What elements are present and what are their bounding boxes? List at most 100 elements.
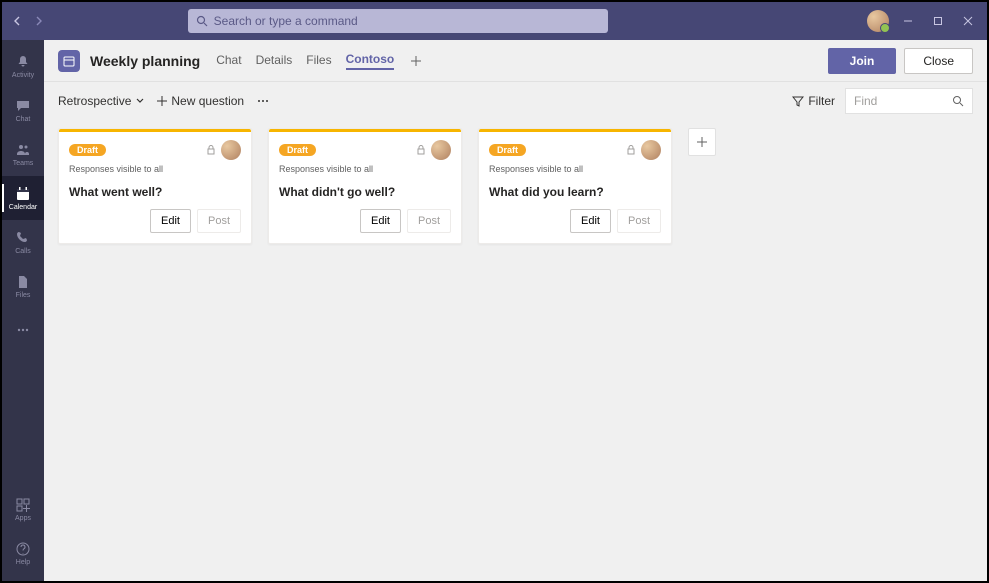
- app-frame: Search or type a command Activity Ch: [0, 0, 989, 583]
- visibility-text: Responses visible to all: [69, 164, 163, 174]
- window-close-button[interactable]: [957, 10, 979, 32]
- add-column-button[interactable]: [688, 128, 716, 156]
- filter-icon: [792, 95, 804, 107]
- lock-icon: [205, 144, 217, 156]
- close-button[interactable]: Close: [904, 48, 973, 74]
- rail-item-more[interactable]: [2, 308, 44, 352]
- nav-forward-button[interactable]: [30, 13, 46, 29]
- nav-back-button[interactable]: [10, 13, 26, 29]
- plus-icon: [696, 136, 708, 148]
- main-area: Weekly planning Chat Details Files Conto…: [44, 40, 987, 581]
- search-input[interactable]: Search or type a command: [188, 9, 608, 33]
- rail-label: Activity: [12, 72, 34, 79]
- card-header: Draft Responses visible to all: [269, 132, 461, 181]
- tab-details[interactable]: Details: [256, 53, 293, 69]
- rail-item-chat[interactable]: Chat: [2, 88, 44, 132]
- teams-icon: [15, 142, 31, 158]
- question-card: Draft Responses visible to all What did …: [478, 128, 672, 244]
- author-avatar: [221, 140, 241, 160]
- app-rail: Activity Chat Teams Calendar Calls Files: [2, 40, 44, 581]
- rail-item-files[interactable]: Files: [2, 264, 44, 308]
- search-icon: [952, 95, 964, 107]
- plus-icon: [411, 56, 421, 66]
- user-avatar[interactable]: [867, 10, 889, 32]
- card-icons: [415, 140, 451, 160]
- card-icons: [625, 140, 661, 160]
- author-avatar: [431, 140, 451, 160]
- rail-item-apps[interactable]: Apps: [2, 487, 44, 531]
- chevron-down-icon: [135, 96, 145, 106]
- card-actions: Edit Post: [479, 209, 671, 243]
- card-actions: Edit Post: [269, 209, 461, 243]
- edit-button[interactable]: Edit: [570, 209, 611, 233]
- chat-icon: [15, 98, 31, 114]
- rail-label: Files: [16, 292, 31, 299]
- more-icon: [15, 322, 31, 338]
- rail-label: Chat: [16, 116, 31, 123]
- file-icon: [15, 274, 31, 290]
- question-card: Draft Responses visible to all What didn…: [268, 128, 462, 244]
- view-dropdown[interactable]: Retrospective: [58, 94, 145, 108]
- rail-item-calls[interactable]: Calls: [2, 220, 44, 264]
- status-badge: Draft: [279, 144, 316, 156]
- find-placeholder: Find: [854, 94, 877, 108]
- card-meta: Draft Responses visible to all: [489, 140, 625, 177]
- channel-icon: [58, 50, 80, 72]
- apps-icon: [15, 497, 31, 513]
- titlebar-right: [867, 10, 979, 32]
- lock-icon: [625, 144, 637, 156]
- rail-label: Calendar: [9, 204, 37, 211]
- question-text: What did you learn?: [479, 181, 671, 209]
- rail-item-calendar[interactable]: Calendar: [2, 176, 44, 220]
- card-icons: [205, 140, 241, 160]
- rail-item-teams[interactable]: Teams: [2, 132, 44, 176]
- question-card: Draft Responses visible to all What went…: [58, 128, 252, 244]
- board: Draft Responses visible to all What went…: [44, 120, 987, 581]
- rail-label: Calls: [15, 248, 31, 255]
- tabs: Chat Details Files Contoso: [216, 52, 424, 70]
- visibility-text: Responses visible to all: [279, 164, 373, 174]
- filter-label: Filter: [808, 94, 835, 108]
- status-badge: Draft: [69, 144, 106, 156]
- channel-title: Weekly planning: [90, 53, 200, 69]
- join-button[interactable]: Join: [828, 48, 897, 74]
- edit-button[interactable]: Edit: [150, 209, 191, 233]
- new-question-label: New question: [171, 94, 244, 108]
- lock-icon: [415, 144, 427, 156]
- edit-button[interactable]: Edit: [360, 209, 401, 233]
- rail-item-help[interactable]: Help: [2, 531, 44, 575]
- tab-contoso[interactable]: Contoso: [346, 52, 395, 70]
- rail-item-activity[interactable]: Activity: [2, 44, 44, 88]
- find-input[interactable]: Find: [845, 88, 973, 114]
- header-actions: Join Close: [828, 48, 973, 74]
- more-actions-button[interactable]: [256, 96, 270, 106]
- post-button[interactable]: Post: [617, 209, 661, 233]
- post-button[interactable]: Post: [407, 209, 451, 233]
- rail-label: Teams: [13, 160, 34, 167]
- rail-label: Apps: [15, 515, 31, 522]
- titlebar: Search or type a command: [2, 2, 987, 40]
- more-icon: [256, 96, 270, 106]
- visibility-text: Responses visible to all: [489, 164, 583, 174]
- calendar-icon: [63, 55, 75, 67]
- nav-arrows: [10, 13, 46, 29]
- author-avatar: [641, 140, 661, 160]
- toolbar: Retrospective New question Filter: [44, 82, 987, 120]
- tab-chat[interactable]: Chat: [216, 53, 241, 69]
- card-meta: Draft Responses visible to all: [69, 140, 205, 177]
- card-header: Draft Responses visible to all: [59, 132, 251, 181]
- new-question-button[interactable]: New question: [157, 94, 244, 108]
- body: Activity Chat Teams Calendar Calls Files: [2, 40, 987, 581]
- window-maximize-button[interactable]: [927, 10, 949, 32]
- bell-icon: [15, 54, 31, 70]
- toolbar-right: Filter Find: [792, 88, 973, 114]
- view-label: Retrospective: [58, 94, 131, 108]
- add-tab-button[interactable]: [408, 53, 424, 69]
- search-placeholder: Search or type a command: [214, 14, 358, 28]
- tab-files[interactable]: Files: [306, 53, 331, 69]
- window-minimize-button[interactable]: [897, 10, 919, 32]
- filter-button[interactable]: Filter: [792, 94, 835, 108]
- rail-label: Help: [16, 559, 30, 566]
- post-button[interactable]: Post: [197, 209, 241, 233]
- plus-icon: [157, 96, 167, 106]
